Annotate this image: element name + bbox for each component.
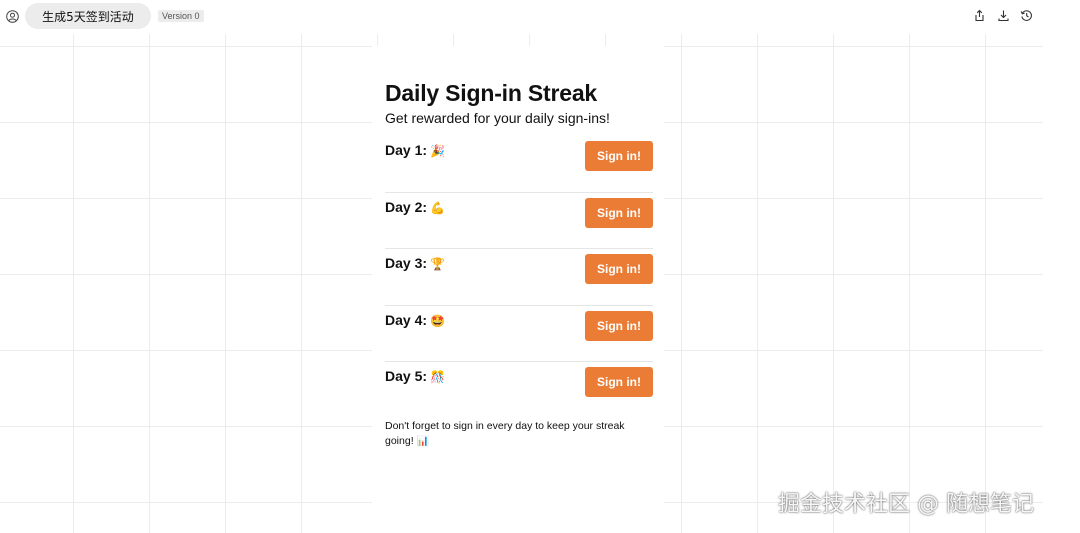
- top-bar: 生成5天签到活动 Version 0: [0, 0, 1080, 34]
- artifact-title-button[interactable]: 生成5天签到活动: [25, 3, 151, 29]
- day-label: Day 5: 🎊: [385, 368, 445, 384]
- star-struck-icon: 🤩: [430, 313, 445, 328]
- day-row: Day 4: 🤩 Sign in!: [385, 306, 653, 362]
- sign-in-button-day-2[interactable]: Sign in!: [585, 197, 653, 228]
- day-label-text: Day 2:: [385, 198, 428, 215]
- download-icon[interactable]: [997, 9, 1010, 22]
- party-popper-icon: 🎉: [430, 144, 445, 158]
- day-label-text: Day 1:: [385, 142, 428, 158]
- day-row: Day 2: 💪 Sign in!: [385, 193, 653, 249]
- user-icon[interactable]: [6, 10, 19, 23]
- sign-in-card: Daily Sign-in Streak Get rewarded for yo…: [372, 46, 664, 533]
- right-edge: [1043, 34, 1080, 533]
- day-label-text: Day 5:: [385, 368, 428, 384]
- flexed-biceps-icon: 💪: [430, 200, 445, 215]
- day-row: Day 5: 🎊 Sign in!: [385, 362, 653, 418]
- day-label: Day 2: 💪: [385, 199, 445, 215]
- day-row: Day 1: 🎉 Sign in!: [385, 136, 653, 193]
- history-icon[interactable]: [1020, 9, 1033, 22]
- sign-in-button-day-5[interactable]: Sign in!: [585, 367, 653, 397]
- day-label-text: Day 3:: [385, 255, 428, 271]
- sign-in-button-day-4[interactable]: Sign in!: [585, 310, 653, 341]
- day-label: Day 3: 🏆: [385, 255, 445, 271]
- day-label: Day 4: 🤩: [385, 312, 445, 328]
- version-badge[interactable]: Version 0: [158, 10, 204, 22]
- footnote: Don't forget to sign in every day to kee…: [385, 419, 653, 449]
- share-icon[interactable]: [973, 9, 986, 22]
- bar-chart-icon: 📊: [416, 436, 429, 447]
- day-label-text: Day 4:: [385, 311, 428, 328]
- sign-in-button-day-1[interactable]: Sign in!: [585, 141, 653, 171]
- page-title: Daily Sign-in Streak: [385, 80, 598, 106]
- confetti-ball-icon: 🎊: [430, 370, 445, 384]
- day-list: Day 1: 🎉 Sign in! Day 2: 💪 Sign in! Day 3:…: [385, 136, 653, 418]
- day-label: Day 1: 🎉: [385, 142, 445, 158]
- trophy-icon: 🏆: [430, 257, 445, 271]
- sign-in-button-day-3[interactable]: Sign in!: [585, 254, 653, 284]
- day-row: Day 3: 🏆 Sign in!: [385, 249, 653, 306]
- watermark: 掘金技术社区 @ 随想笔记: [778, 492, 1034, 517]
- page-subtitle: Get rewarded for your daily sign-ins!: [385, 110, 610, 126]
